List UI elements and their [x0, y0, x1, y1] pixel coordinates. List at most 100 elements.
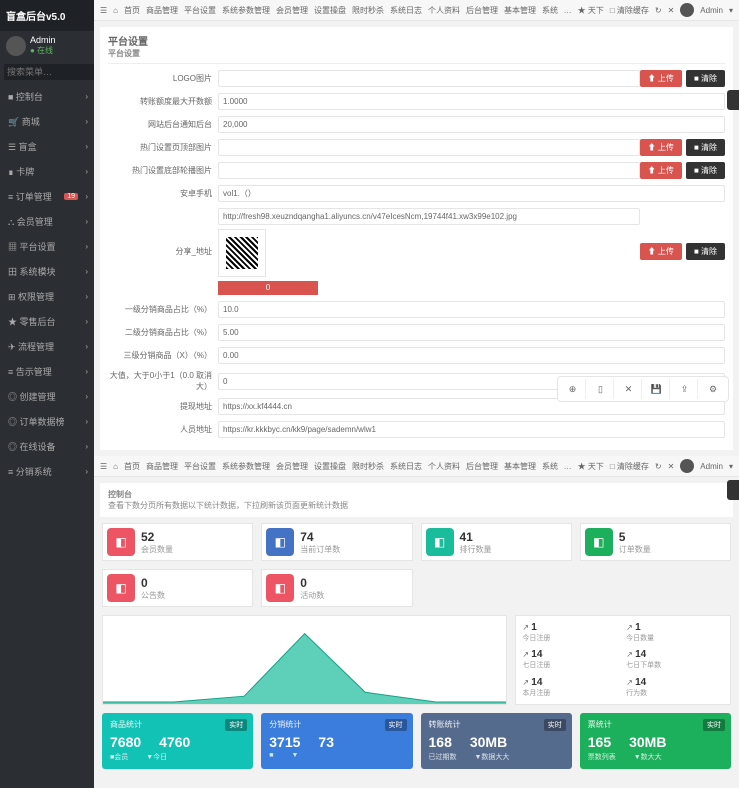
sidebar-item[interactable]: ◎ 在线设备›: [0, 434, 94, 459]
upload-button[interactable]: ⬆ 上传: [640, 162, 682, 179]
sidebar-item[interactable]: ◎ 订单数据榜›: [0, 409, 94, 434]
top-tab[interactable]: 平台设置: [184, 461, 216, 472]
top-avatar[interactable]: [680, 3, 694, 17]
clear-button[interactable]: ■ 清除: [686, 139, 725, 156]
top-tab[interactable]: 系统管理: [542, 5, 558, 16]
sidebar-item[interactable]: ✈ 流程管理›: [0, 334, 94, 359]
top-tab[interactable]: 系统日志: [390, 5, 422, 16]
upload-button[interactable]: ⬆ 上传: [640, 139, 682, 156]
start-bonus-input[interactable]: [218, 93, 725, 110]
top-tab[interactable]: 平台设置: [184, 5, 216, 16]
refresh-icon[interactable]: ☰: [100, 462, 107, 471]
top-tab[interactable]: 首页: [124, 5, 140, 16]
share-icon[interactable]: ⇪: [672, 379, 698, 399]
zoom-icon[interactable]: ⊕: [560, 379, 586, 399]
sidebar-item[interactable]: ◎ 创建管理›: [0, 384, 94, 409]
order-input[interactable]: [218, 185, 725, 202]
xml-input[interactable]: [218, 421, 725, 438]
user-block[interactable]: Admin ● 在线: [0, 31, 94, 60]
stat-card[interactable]: ◧52会员数量: [102, 523, 253, 561]
stat-card[interactable]: ◧41排行数量: [421, 523, 572, 561]
top-action[interactable]: ✕: [668, 462, 675, 471]
lvl2-input[interactable]: [218, 324, 725, 341]
sidebar-item[interactable]: ≡ 告示管理›: [0, 359, 94, 384]
top-tab[interactable]: 限时秒杀: [352, 461, 384, 472]
sidebar-item[interactable]: ∎ 卡牌›: [0, 159, 94, 184]
stat-card[interactable]: ◧0公告数: [102, 569, 253, 607]
banner2-input[interactable]: [218, 162, 640, 179]
top-action[interactable]: □ 清除缓存: [610, 5, 649, 16]
top-action[interactable]: ↻: [655, 6, 662, 15]
sidebar-item[interactable]: 🛒 商城›: [0, 109, 94, 134]
top-action[interactable]: ★ 天下: [578, 461, 604, 472]
top-user[interactable]: Admin: [700, 462, 723, 471]
top-tab[interactable]: 设置操盘: [314, 5, 346, 16]
top-tab[interactable]: 个人资料: [428, 461, 460, 472]
banner-input[interactable]: [218, 139, 640, 156]
top-tab[interactable]: 会员管理: [276, 5, 308, 16]
sidebar-item[interactable]: ☰ 盲盒›: [0, 134, 94, 159]
sidebar-item[interactable]: 田 系统模块›: [0, 259, 94, 284]
upload-button[interactable]: ⬆ 上传: [640, 70, 682, 87]
top-action[interactable]: ✕: [668, 6, 675, 15]
share-input[interactable]: [218, 208, 640, 225]
metric-card[interactable]: 实时票统计 16530MB 票数列表▼数大大: [580, 713, 731, 769]
top-tab[interactable]: 会员管理: [276, 461, 308, 472]
top-tab[interactable]: 系统管理: [542, 461, 558, 472]
top-action[interactable]: …: [564, 6, 572, 15]
stat-card[interactable]: ◧0活动数: [261, 569, 412, 607]
top-tab[interactable]: 后台管理: [466, 5, 498, 16]
top-action[interactable]: ↻: [655, 462, 662, 471]
top-user[interactable]: Admin: [700, 6, 723, 15]
sidebar-item[interactable]: ★ 零售后台›: [0, 309, 94, 334]
limit-input[interactable]: [218, 116, 725, 133]
upload-button[interactable]: ⬆ 上传: [640, 243, 682, 260]
top-action[interactable]: □ 清除缓存: [610, 461, 649, 472]
sidebar-item[interactable]: ▦ 平台设置›: [0, 234, 94, 259]
sidebar-item[interactable]: ≡ 订单管理›19: [0, 184, 94, 209]
top-tab[interactable]: 商品管理: [146, 5, 178, 16]
top-tab[interactable]: 首页: [124, 461, 140, 472]
caret-down-icon[interactable]: ▾: [729, 462, 733, 471]
panel-subtab[interactable]: 平台设置: [108, 49, 140, 58]
top-avatar[interactable]: [680, 459, 694, 473]
sidebar-item[interactable]: ⛬ 会员管理›: [0, 209, 94, 234]
clear-button[interactable]: ■ 清除: [686, 70, 725, 87]
top-tab[interactable]: 基本管理: [504, 461, 536, 472]
caret-down-icon[interactable]: ▾: [729, 6, 733, 15]
top-tab[interactable]: 基本管理: [504, 5, 536, 16]
top-tab[interactable]: 系统参数管理: [222, 5, 270, 16]
refresh-icon[interactable]: ☰: [100, 6, 107, 15]
metric-card[interactable]: 实时转账统计 16830MB 已过期数▼数据大大: [421, 713, 572, 769]
stat-card[interactable]: ◧74当前订单数: [261, 523, 412, 561]
home-icon[interactable]: ⌂: [113, 6, 118, 15]
logo-input[interactable]: [218, 70, 640, 87]
sidebar-item[interactable]: ⊞ 权限管理›: [0, 284, 94, 309]
top-tab[interactable]: 系统参数管理: [222, 461, 270, 472]
top-tab[interactable]: 后台管理: [466, 461, 498, 472]
metric-card[interactable]: 实时分销统计 371573 ■▼: [261, 713, 412, 769]
right-drawer-handle[interactable]: [727, 90, 739, 110]
shuffle-icon[interactable]: ✕: [616, 379, 642, 399]
clear-button[interactable]: ■ 清除: [686, 243, 725, 260]
top-tab[interactable]: 个人资料: [428, 5, 460, 16]
lvl3-input[interactable]: [218, 347, 725, 364]
mobile-icon[interactable]: ▯: [588, 379, 614, 399]
metric-card[interactable]: 实时商品统计 76804760 ■会员▼今日: [102, 713, 253, 769]
search-input[interactable]: [4, 64, 94, 80]
stat-card[interactable]: ◧5订单数量: [580, 523, 731, 561]
top-tab[interactable]: 设置操盘: [314, 461, 346, 472]
top-tab[interactable]: 系统日志: [390, 461, 422, 472]
clear-button[interactable]: ■ 清除: [686, 162, 725, 179]
top-action[interactable]: …: [564, 462, 572, 471]
save-icon[interactable]: 💾: [644, 379, 670, 399]
sidebar-item[interactable]: ■ 控制台›: [0, 84, 94, 109]
sidebar-item[interactable]: ≡ 分销系统›: [0, 459, 94, 484]
home-icon[interactable]: ⌂: [113, 462, 118, 471]
top-action[interactable]: ★ 天下: [578, 5, 604, 16]
top-tab[interactable]: 限时秒杀: [352, 5, 384, 16]
top-tab[interactable]: 商品管理: [146, 461, 178, 472]
lvl1-input[interactable]: [218, 301, 725, 318]
right-drawer-handle-2[interactable]: [727, 480, 739, 500]
gear-icon[interactable]: ⚙: [700, 379, 726, 399]
